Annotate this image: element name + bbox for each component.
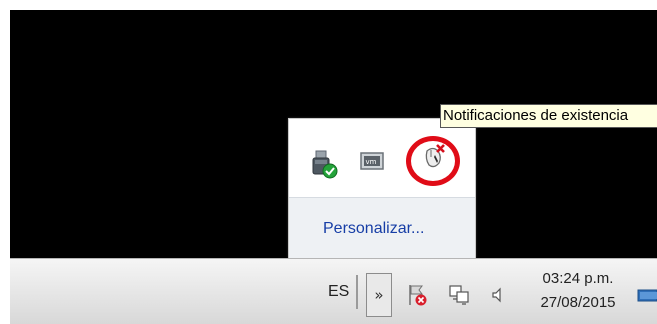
notification-overflow-popup: vm Personalizar... <box>288 118 476 258</box>
system-clock[interactable]: 03:24 p.m. 27/08/2015 <box>528 269 628 315</box>
screen: vm Personalizar... Notificaciones de exi… <box>10 10 657 324</box>
clock-time: 03:24 p.m. <box>542 270 614 287</box>
tooltip: Notificaciones de existencia <box>440 104 657 128</box>
show-desktop-icon[interactable] <box>636 285 657 307</box>
clock-date: 27/08/2015 <box>540 294 616 311</box>
show-hidden-icons-button[interactable]: » <box>366 273 392 317</box>
usb-safely-remove-icon[interactable] <box>307 147 341 181</box>
vmware-tools-icon[interactable]: vm <box>357 147 391 181</box>
overflow-icons-area: vm <box>289 119 475 197</box>
customize-link[interactable]: Personalizar... <box>323 220 424 238</box>
action-center-flag-icon[interactable] <box>406 283 428 307</box>
svg-text:vm: vm <box>366 158 377 166</box>
popup-footer: Personalizar... <box>289 197 475 258</box>
taskbar-divider <box>356 275 358 309</box>
network-icon[interactable] <box>448 283 470 307</box>
taskbar: ES » 03:24 p.m. 27/08/2015 <box>10 258 657 324</box>
language-indicator[interactable]: ES <box>328 283 349 301</box>
speaker-icon[interactable] <box>488 283 510 307</box>
highlight-circle <box>406 136 460 186</box>
